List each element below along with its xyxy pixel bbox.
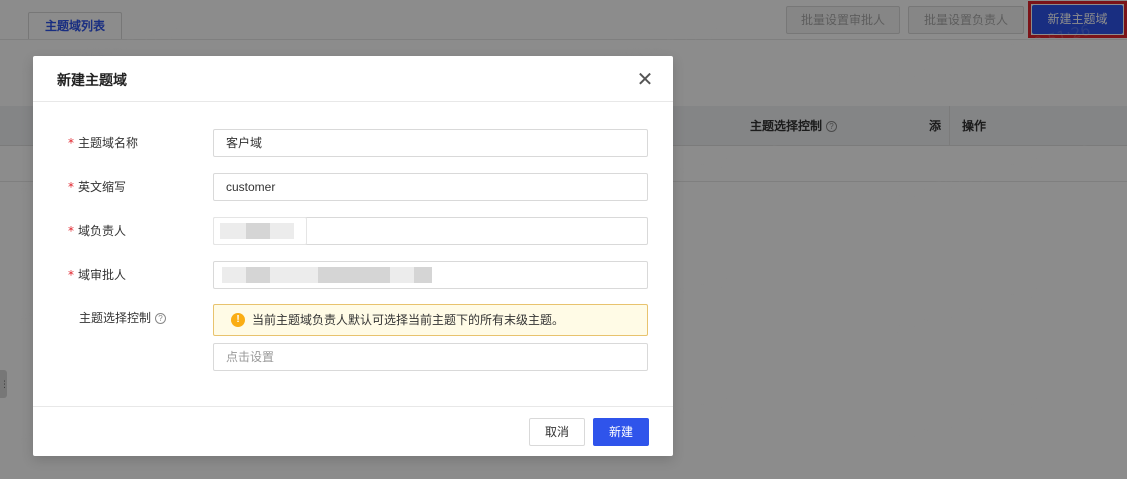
redacted-text [342, 267, 390, 283]
required-mark: * [68, 224, 74, 238]
field-label-abbr-text: 英文缩写 [78, 180, 127, 194]
control-setting-input[interactable]: 点击设置 [213, 343, 648, 371]
new-domain-dialog: 新建主题域 ✕ * 主题域名称 客户域 * 英文缩写 customer * 域负责人 … [33, 56, 673, 456]
field-label-name: * 主题域名称 [68, 129, 208, 157]
dialog-header: 新建主题域 ✕ [33, 56, 673, 102]
help-icon[interactable]: ? [155, 313, 167, 325]
field-label-approver-text: 域审批人 [78, 268, 127, 282]
owner-tag [213, 217, 307, 245]
warning-icon: ! [231, 313, 245, 327]
redacted-text [222, 267, 246, 283]
cancel-button[interactable]: 取消 [529, 418, 585, 446]
abbreviation-input[interactable]: customer [213, 173, 648, 201]
redacted-text [270, 267, 294, 283]
control-alert-text: 当前主题域负责人默认可选择当前主题下的所有末级主题。 [252, 313, 565, 327]
redacted-text [414, 267, 432, 283]
field-label-name-text: 主题域名称 [78, 136, 139, 150]
dialog-title: 新建主题域 [57, 72, 127, 88]
redacted-text [220, 223, 248, 239]
required-mark: * [68, 180, 74, 194]
control-alert: ! 当前主题域负责人默认可选择当前主题下的所有末级主题。 [213, 304, 648, 336]
redacted-text [246, 267, 270, 283]
field-label-control: 主题选择控制? [79, 304, 219, 332]
required-mark: * [68, 268, 74, 282]
field-label-owner-text: 域负责人 [78, 224, 127, 238]
field-label-approver: * 域审批人 [68, 261, 208, 289]
redacted-text [246, 223, 270, 239]
field-label-control-text: 主题选择控制 [79, 311, 152, 325]
redacted-text [294, 267, 318, 283]
field-label-abbr: * 英文缩写 [68, 173, 208, 201]
domain-name-input[interactable]: 客户域 [213, 129, 648, 157]
dialog-footer: 取消 新建 [33, 406, 673, 456]
create-button[interactable]: 新建 [593, 418, 649, 446]
close-icon[interactable]: ✕ [633, 68, 657, 92]
redacted-text [270, 223, 294, 239]
field-label-owner: * 域负责人 [68, 217, 208, 245]
approver-select[interactable] [213, 261, 648, 289]
redacted-text [318, 267, 342, 283]
required-mark: * [68, 136, 74, 150]
redacted-text [390, 267, 414, 283]
